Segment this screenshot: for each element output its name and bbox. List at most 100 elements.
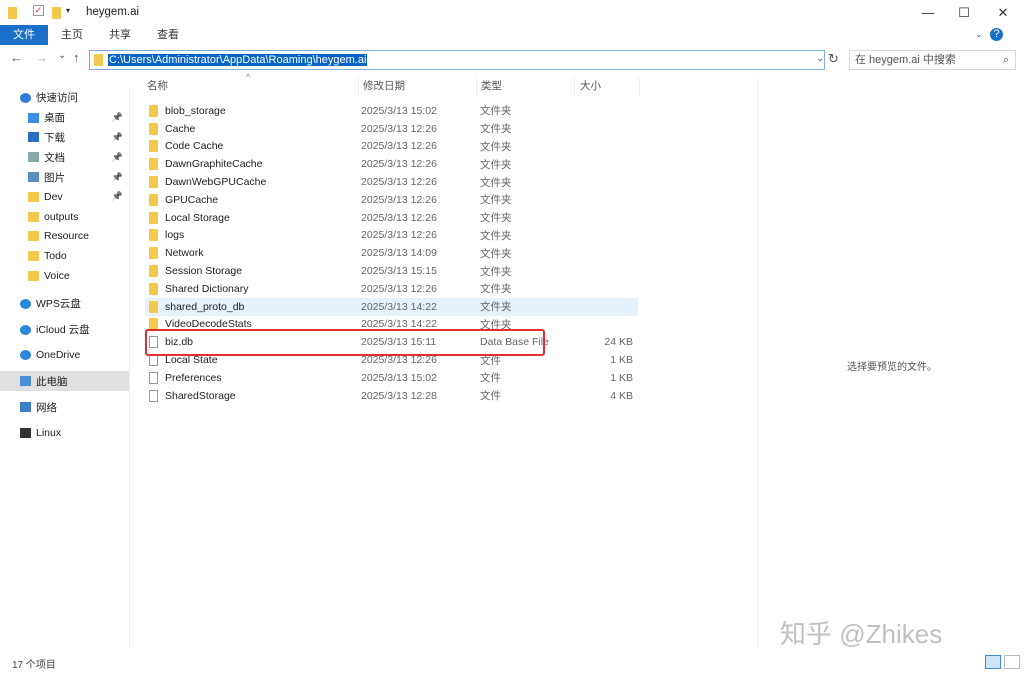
file-row[interactable]: DawnWebGPUCache 2025/3/13 12:26 文件夹: [145, 173, 638, 191]
address-bar[interactable]: C:\Users\Administrator\AppData\Roaming\h…: [89, 50, 825, 70]
pin-icon[interactable]: 📌: [112, 112, 123, 123]
new-folder-icon[interactable]: [52, 7, 61, 19]
sidebar-item-label: 网络: [36, 401, 57, 414]
file-type: 文件夹: [480, 140, 512, 153]
file-type: 文件夹: [480, 212, 512, 225]
sidebar-item-图片[interactable]: 图片 📌: [0, 167, 129, 187]
file-size: 1 KB: [610, 354, 633, 367]
minimize-button[interactable]: —: [910, 0, 946, 26]
back-button[interactable]: ←: [10, 50, 23, 65]
search-input[interactable]: 在 heygem.ai 中搜索 ⌕: [849, 50, 1016, 70]
folder-icon: [28, 251, 39, 262]
file-date: 2025/3/13 12:26: [361, 158, 437, 171]
file-row[interactable]: Session Storage 2025/3/13 15:15 文件夹: [145, 262, 638, 280]
column-label: 类型: [481, 80, 502, 92]
file-row[interactable]: GPUCache 2025/3/13 12:26 文件夹: [145, 191, 638, 209]
customize-toolbar-icon[interactable]: ▾: [66, 6, 70, 15]
file-icon: [149, 371, 158, 384]
large-icons-view-button[interactable]: [1004, 655, 1020, 669]
sidebar-item-icloud-云盘[interactable]: iCloud 云盘: [0, 320, 129, 340]
file-type: 文件夹: [480, 265, 512, 278]
expand-ribbon-icon[interactable]: ⌄: [975, 29, 983, 40]
file-name-cell: logs: [145, 229, 361, 242]
file-row[interactable]: Code Cache 2025/3/13 12:26 文件夹: [145, 138, 638, 156]
file-date: 2025/3/13 12:26: [361, 140, 437, 153]
pin-icon[interactable]: 📌: [112, 152, 123, 163]
sidebar-item-网络[interactable]: 网络: [0, 397, 129, 417]
tab-share[interactable]: 共享: [96, 25, 144, 45]
sidebar-item-onedrive[interactable]: OneDrive: [0, 346, 129, 366]
file-name: logs: [165, 229, 185, 242]
file-name: Preferences: [165, 371, 222, 384]
search-placeholder: 在 heygem.ai 中搜索: [855, 54, 956, 66]
file-size: 4 KB: [610, 389, 633, 402]
file-row[interactable]: DawnGraphiteCache 2025/3/13 12:26 文件夹: [145, 155, 638, 173]
sidebar-item-label: Linux: [36, 426, 62, 439]
file-name-cell: SharedStorage: [145, 389, 361, 402]
sidebar-item-outputs[interactable]: outputs: [0, 207, 129, 227]
tab-home[interactable]: 主页: [48, 25, 96, 45]
column-header-size[interactable]: 大小: [574, 78, 640, 96]
file-row[interactable]: logs 2025/3/13 12:26 文件夹: [145, 227, 638, 245]
column-header-name[interactable]: 名称: [147, 78, 359, 96]
up-button[interactable]: ↑: [73, 50, 80, 65]
sidebar-item-下载[interactable]: 下载 📌: [0, 128, 129, 148]
close-button[interactable]: ✕: [985, 0, 1021, 26]
folder-icon: [149, 265, 158, 278]
sidebar-item-快速访问[interactable]: 快速访问: [0, 88, 129, 108]
help-icon[interactable]: ?: [990, 28, 1003, 41]
forward-button[interactable]: →: [35, 50, 48, 65]
file-name-cell: blob_storage: [145, 104, 361, 117]
column-header-date[interactable]: 修改日期: [358, 78, 476, 96]
file-date: 2025/3/13 14:09: [361, 247, 437, 260]
sidebar-item-wps云盘[interactable]: WPS云盘: [0, 294, 129, 314]
file-type: 文件夹: [480, 123, 512, 136]
sidebar-item-桌面[interactable]: 桌面 📌: [0, 108, 129, 128]
pin-icon[interactable]: 📌: [112, 172, 123, 183]
file-date: 2025/3/13 15:02: [361, 104, 437, 117]
preview-divider[interactable]: [757, 78, 758, 648]
details-view-button[interactable]: [985, 655, 1001, 669]
folder-icon: [149, 158, 158, 171]
folder-icon: [28, 191, 39, 202]
address-path[interactable]: C:\Users\Administrator\AppData\Roaming\h…: [108, 54, 368, 66]
file-row[interactable]: Local Storage 2025/3/13 12:26 文件夹: [145, 209, 638, 227]
pin-icon[interactable]: 📌: [112, 132, 123, 143]
file-row[interactable]: Shared Dictionary 2025/3/13 12:26 文件夹: [145, 280, 638, 298]
file-row[interactable]: Preferences 2025/3/13 15:02 文件 1 KB: [145, 369, 638, 387]
sidebar-item-dev[interactable]: Dev 📌: [0, 187, 129, 207]
folder-icon: [149, 104, 158, 117]
file-name-cell: Code Cache: [145, 140, 361, 153]
address-dropdown-button[interactable]: ⌄: [816, 53, 824, 64]
sidebar-item-此电脑[interactable]: 此电脑: [0, 371, 129, 392]
file-icon: [149, 389, 158, 402]
column-header-type[interactable]: 类型: [476, 78, 574, 96]
sidebar-item-resource[interactable]: Resource: [0, 227, 129, 247]
tab-file[interactable]: 文件: [0, 25, 48, 45]
sidebar-item-label: OneDrive: [36, 349, 81, 362]
refresh-button[interactable]: ↻: [828, 51, 839, 67]
pin-icon[interactable]: 📌: [112, 191, 123, 202]
sidebar-item-linux[interactable]: Linux: [0, 423, 129, 443]
file-row[interactable]: shared_proto_db 2025/3/13 14:22 文件夹: [145, 297, 638, 316]
file-row[interactable]: blob_storage 2025/3/13 15:02 文件夹: [145, 102, 638, 120]
sidebar-item-label: 快速访问: [36, 92, 78, 105]
sidebar-item-voice[interactable]: Voice: [0, 266, 129, 286]
tab-view[interactable]: 查看: [144, 25, 192, 45]
file-type: 文件夹: [480, 247, 512, 260]
file-name-cell: Preferences: [145, 371, 361, 384]
properties-icon[interactable]: ✓: [33, 5, 44, 16]
folder-icon: [149, 193, 158, 206]
file-row[interactable]: Cache 2025/3/13 12:26 文件夹: [145, 120, 638, 138]
maximize-button[interactable]: ☐: [946, 0, 982, 26]
sidebar-item-todo[interactable]: Todo: [0, 246, 129, 266]
file-row[interactable]: SharedStorage 2025/3/13 12:28 文件 4 KB: [145, 387, 638, 405]
folder-icon: [149, 247, 158, 260]
file-row[interactable]: Network 2025/3/13 14:09 文件夹: [145, 244, 638, 262]
cloud-icon: [20, 324, 31, 335]
file-name: SharedStorage: [165, 389, 236, 402]
document-icon: [28, 152, 39, 163]
cloud-icon: [20, 350, 31, 361]
recent-locations-button[interactable]: ⌄: [58, 50, 66, 61]
sidebar-item-文档[interactable]: 文档 📌: [0, 147, 129, 167]
